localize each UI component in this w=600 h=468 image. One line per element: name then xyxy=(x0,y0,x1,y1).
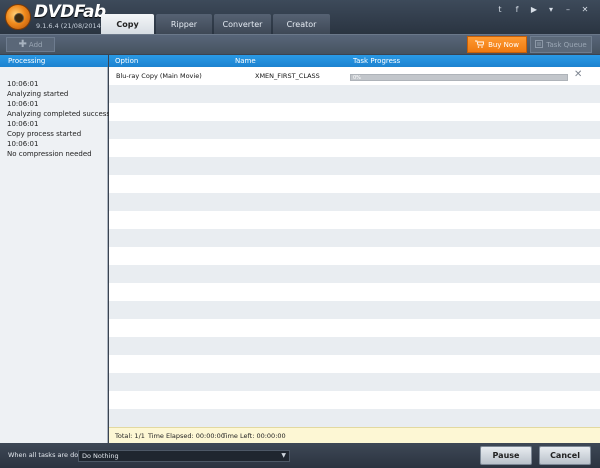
table-row xyxy=(109,409,600,427)
processing-log-panel: 10:06:01 Analyzing started 10:06:01 Anal… xyxy=(0,67,126,443)
log-line: 10:06:01 xyxy=(7,100,39,108)
table-row xyxy=(109,319,600,337)
close-icon[interactable]: ✕ xyxy=(580,5,590,15)
log-line: No compression needed xyxy=(7,150,92,158)
log-line: 10:06:01 xyxy=(7,140,39,148)
processing-header: Processing xyxy=(0,55,108,67)
twitter-icon[interactable]: t xyxy=(495,5,505,15)
total-count: Total: 1/1 xyxy=(115,432,145,440)
when-done-label: When all tasks are done: xyxy=(8,451,89,459)
toolbar: ✚ Add Buy Now Task Queue xyxy=(0,34,600,54)
task-queue-icon xyxy=(535,39,544,50)
table-row xyxy=(109,283,600,301)
time-elapsed: Time Elapsed: 00:00:00 xyxy=(148,432,225,440)
plus-icon: ✚ xyxy=(18,38,27,50)
task-table-header: Option Name Task Progress xyxy=(109,55,600,67)
task-option: Blu-ray Copy (Main Movie) xyxy=(116,72,202,80)
status-bar: Total: 1/1 Time Elapsed: 00:00:00 Time L… xyxy=(109,427,600,443)
cart-icon xyxy=(475,40,485,50)
buy-now-button[interactable]: Buy Now xyxy=(467,36,527,53)
table-row xyxy=(109,373,600,391)
table-row xyxy=(109,103,600,121)
task-progress-text: 0% xyxy=(353,75,361,81)
cancel-button[interactable]: Cancel xyxy=(539,446,591,465)
dropdown-arrow-icon: ▼ xyxy=(281,452,286,459)
table-row xyxy=(109,391,600,409)
table-row xyxy=(109,247,600,265)
table-row xyxy=(109,175,600,193)
when-done-value: Do Nothing xyxy=(82,452,119,460)
task-queue-label: Task Queue xyxy=(546,40,587,49)
main-tabs: Copy Ripper Converter Creator xyxy=(101,14,330,34)
version-label: 9.1.6.4 (21/08/2014) xyxy=(36,22,104,30)
tab-creator[interactable]: Creator xyxy=(273,14,330,34)
task-progress-bar: 0% xyxy=(350,74,568,81)
table-row xyxy=(109,355,600,373)
facebook-icon[interactable]: f xyxy=(512,5,522,15)
table-row xyxy=(109,157,600,175)
table-row xyxy=(109,265,600,283)
task-name: XMEN_FIRST_CLASS xyxy=(255,72,320,80)
dvdfab-logo-icon xyxy=(5,4,31,30)
buy-now-label: Buy Now xyxy=(488,40,519,49)
add-button[interactable]: ✚ Add xyxy=(6,37,55,52)
task-progress-column-header: Task Progress xyxy=(353,57,401,65)
table-row xyxy=(109,211,600,229)
option-column-header: Option xyxy=(115,57,139,65)
brand-name: DVDFab xyxy=(34,2,106,22)
when-done-select[interactable]: Do Nothing ▼ xyxy=(78,450,290,462)
task-table: Blu-ray Copy (Main Movie) XMEN_FIRST_CLA… xyxy=(109,67,600,427)
table-row[interactable]: Blu-ray Copy (Main Movie) XMEN_FIRST_CLA… xyxy=(109,67,600,85)
task-queue-button[interactable]: Task Queue xyxy=(530,36,592,53)
add-label: Add xyxy=(28,40,43,49)
table-row xyxy=(109,193,600,211)
table-row xyxy=(109,301,600,319)
minimize-icon[interactable]: – xyxy=(563,5,573,15)
name-column-header: Name xyxy=(235,57,256,65)
tab-ripper[interactable]: Ripper xyxy=(156,14,212,34)
log-line: 10:06:01 xyxy=(7,80,39,88)
log-line: 10:06:01 xyxy=(7,120,39,128)
log-line: Analyzing started xyxy=(7,90,69,98)
time-left: Time Left: 00:00:00 xyxy=(222,432,286,440)
table-row xyxy=(109,337,600,355)
pause-button[interactable]: Pause xyxy=(480,446,532,465)
log-line: Copy process started xyxy=(7,130,82,138)
table-row xyxy=(109,85,600,103)
remove-task-icon[interactable]: ✕ xyxy=(574,70,582,80)
table-row xyxy=(109,139,600,157)
menu-dropdown-icon[interactable]: ▾ xyxy=(546,5,556,15)
log-line: Analyzing completed successfully xyxy=(7,110,126,118)
tab-copy[interactable]: Copy xyxy=(101,14,154,34)
youtube-icon[interactable]: ▶ xyxy=(529,5,539,15)
title-bar: DVDFab 9.1.6.4 (21/08/2014) Copy Ripper … xyxy=(0,0,600,34)
bottom-bar: When all tasks are done: Do Nothing ▼ Pa… xyxy=(0,443,600,468)
table-row xyxy=(109,229,600,247)
tab-converter[interactable]: Converter xyxy=(214,14,271,34)
table-row xyxy=(109,121,600,139)
window-controls: t f ▶ ▾ – ✕ xyxy=(495,5,590,15)
